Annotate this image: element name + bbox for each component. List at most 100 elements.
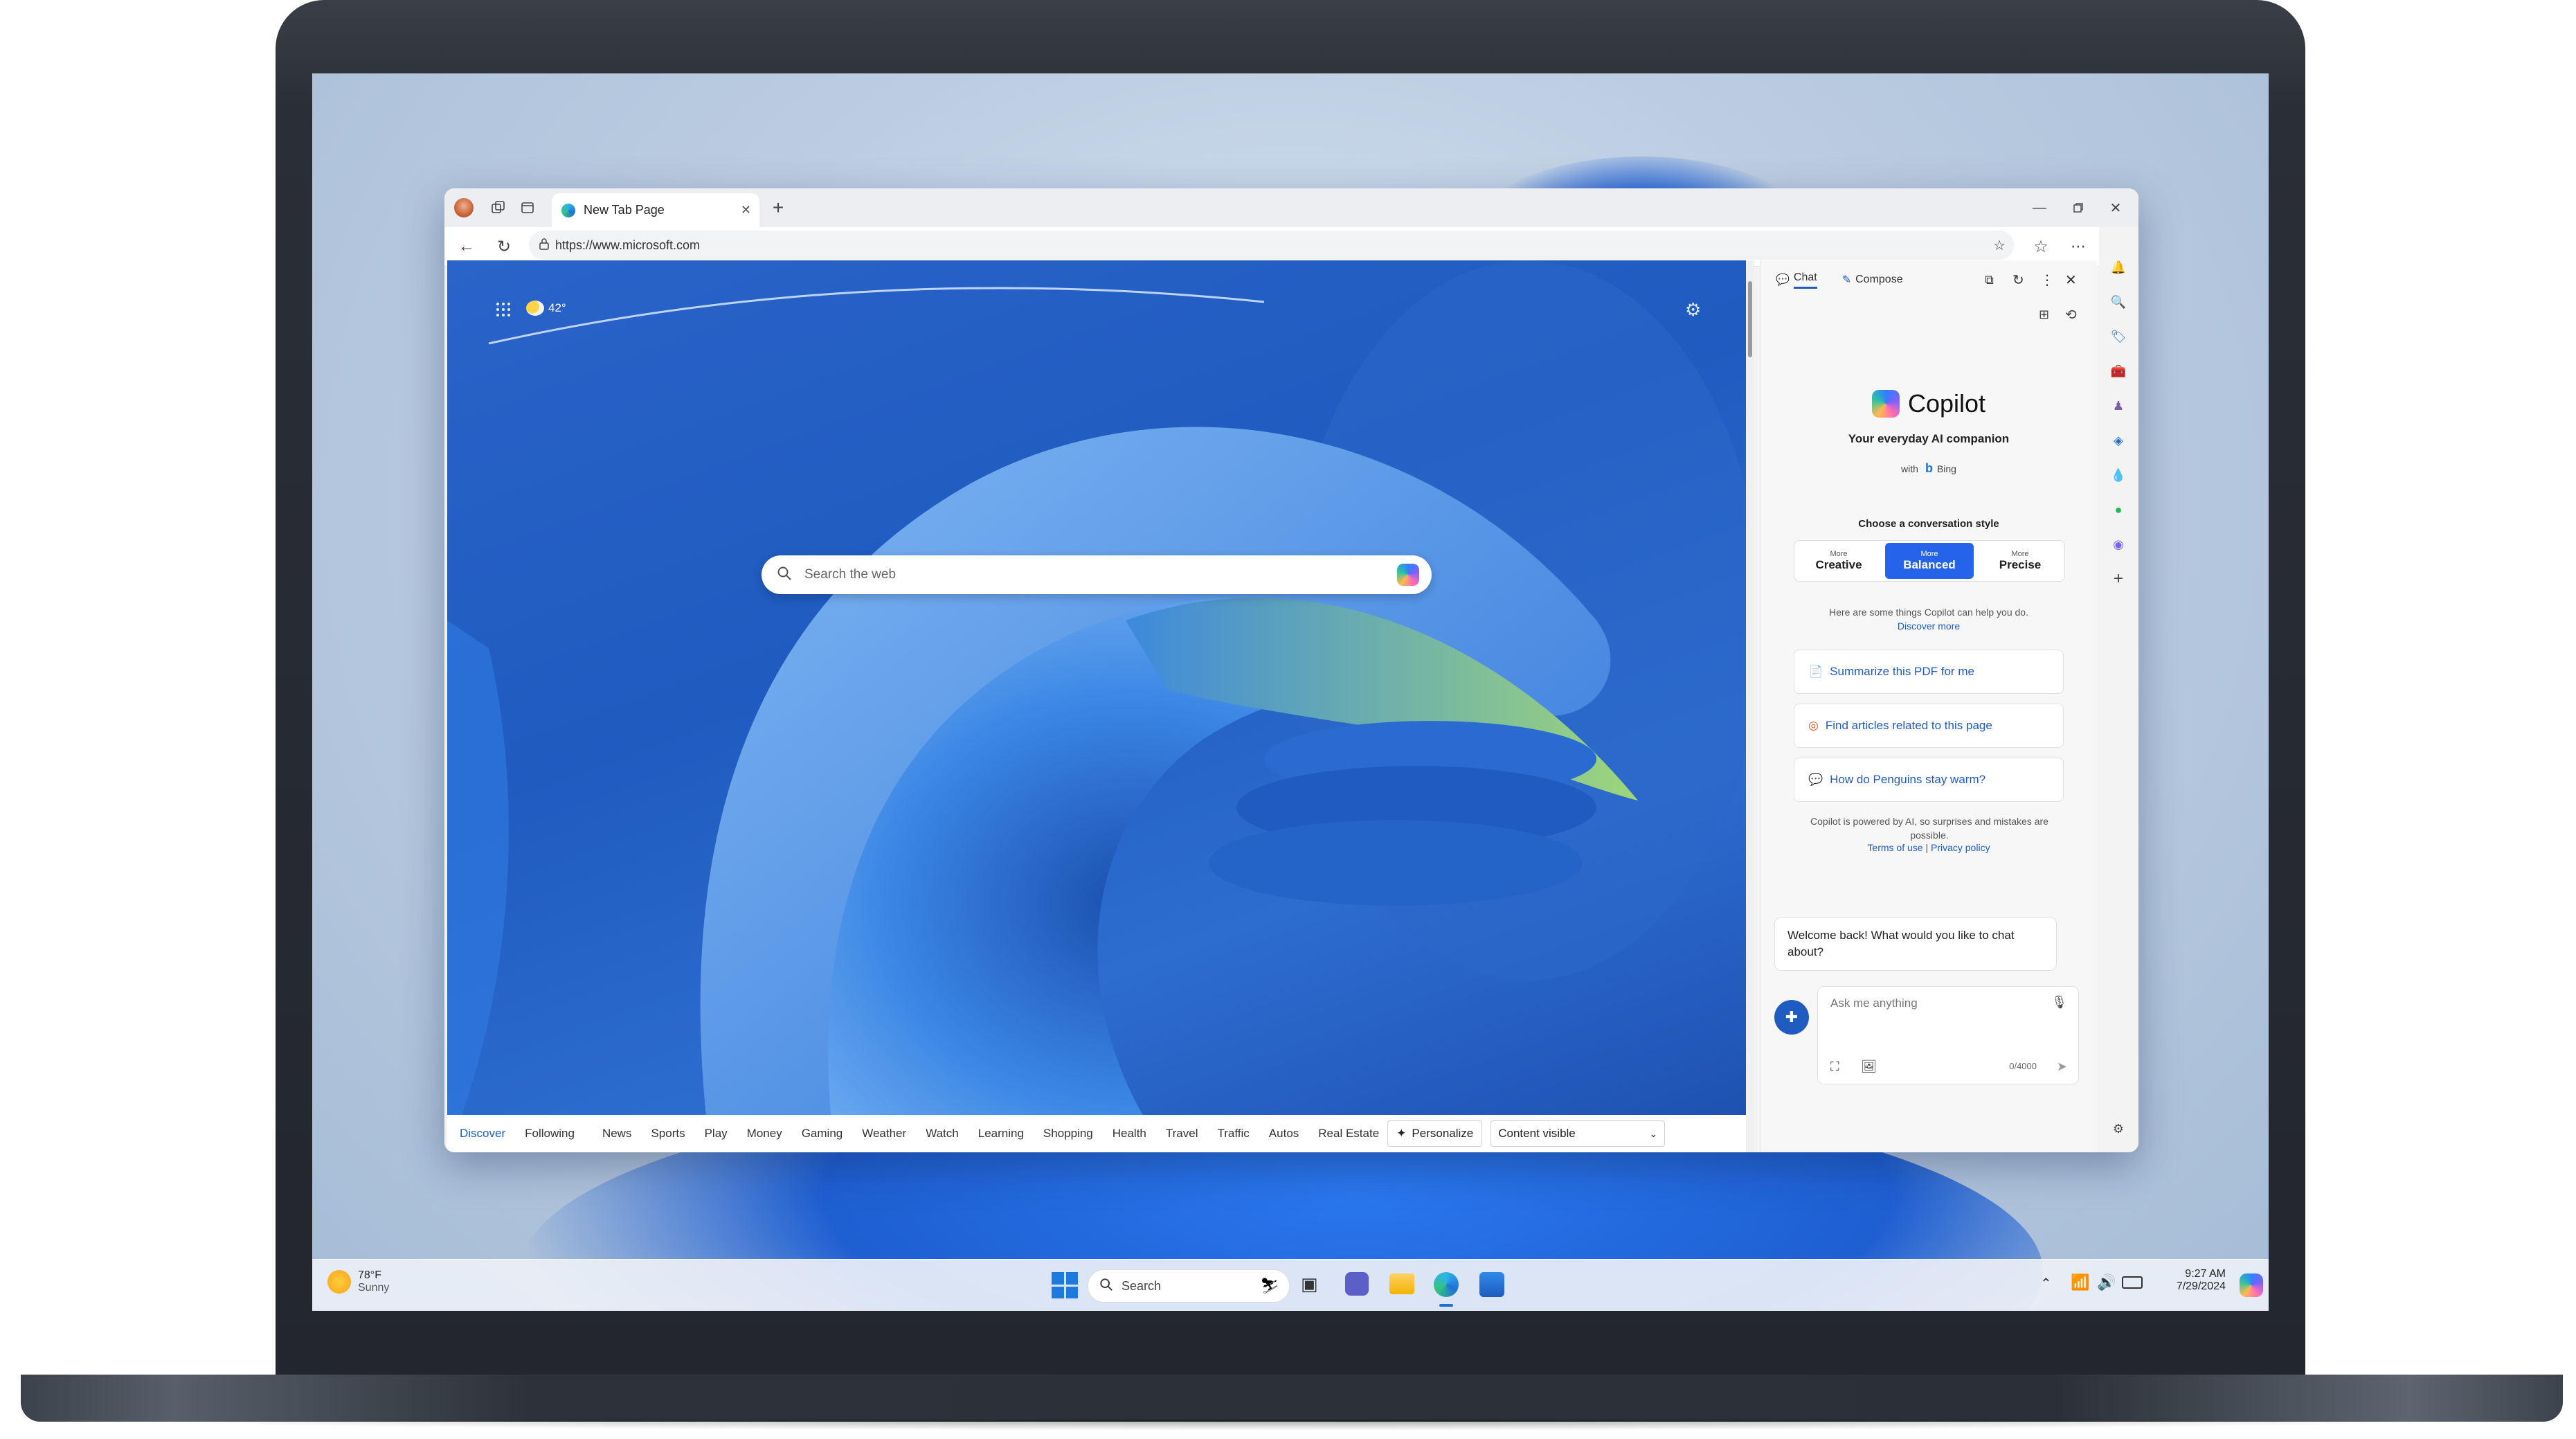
category-money[interactable]: Money: [747, 1127, 782, 1141]
games-icon[interactable]: ♟: [2110, 397, 2127, 414]
category-health[interactable]: Health: [1113, 1127, 1146, 1141]
send-icon[interactable]: ➤: [2057, 1060, 2067, 1074]
terms-link[interactable]: Terms of use: [1867, 842, 1922, 853]
page-settings-icon[interactable]: ⚙: [1685, 299, 1701, 321]
category-play[interactable]: Play: [705, 1127, 728, 1141]
tab-new-tab-page[interactable]: New Tab Page ✕: [552, 193, 759, 227]
tools-icon[interactable]: 🧰: [2110, 363, 2127, 379]
add-image-icon[interactable]: 🖼: [1861, 1060, 1877, 1074]
microsoft-365-icon[interactable]: ◈: [2110, 432, 2127, 449]
char-count: 0/4000: [2009, 1061, 2037, 1071]
more-icon[interactable]: ⋮: [2040, 271, 2054, 289]
category-following[interactable]: Following: [525, 1127, 575, 1141]
chat-input-box[interactable]: Ask me anything 🎙 ⛶ 🖼 0/4000 ➤: [1817, 986, 2079, 1084]
plugins-icon[interactable]: ⊞: [2039, 307, 2049, 322]
back-button[interactable]: ←: [456, 235, 478, 258]
messenger-icon[interactable]: ◉: [2110, 536, 2127, 553]
apps-launcher-icon[interactable]: [493, 299, 514, 320]
profile-avatar[interactable]: [454, 198, 474, 217]
tab-compose[interactable]: Compose: [1855, 274, 1902, 286]
category-autos[interactable]: Autos: [1269, 1127, 1299, 1141]
wifi-icon[interactable]: 📶: [2071, 1273, 2089, 1291]
screenshot-icon[interactable]: ⛶: [1830, 1060, 1839, 1074]
page-scrollbar[interactable]: [1746, 260, 1754, 1152]
workspaces-icon[interactable]: [489, 198, 508, 217]
chat-bubbles-icon: 💬: [1808, 773, 1823, 786]
category-travel[interactable]: Travel: [1166, 1127, 1198, 1141]
open-in-new-icon[interactable]: ⧉: [1985, 273, 1994, 287]
history-icon[interactable]: ⟲: [2065, 306, 2077, 323]
category-learning[interactable]: Learning: [978, 1127, 1024, 1141]
suggestion-card[interactable]: 📄 Summarize this PDF for me: [1794, 650, 2064, 694]
discover-more-link[interactable]: Discover more: [1760, 620, 2097, 632]
personalize-button[interactable]: ✦ Personalize: [1387, 1120, 1483, 1147]
tab-actions-icon[interactable]: [518, 198, 537, 217]
favorites-icon[interactable]: ☆: [2030, 235, 2052, 258]
suggestion-card[interactable]: 💬 How do Penguins stay warm?: [1794, 758, 2064, 802]
task-view-icon[interactable]: ▣: [1301, 1273, 1318, 1295]
category-traffic[interactable]: Traffic: [1218, 1127, 1250, 1141]
edge-taskbar-icon[interactable]: [1434, 1272, 1459, 1297]
chevron-down-icon: ⌄: [1649, 1127, 1658, 1139]
windows-taskbar: 78°F Sunny Search ⛷ ▣ ⌃ 📶 🔊 9:27 AM 7/29…: [312, 1259, 2269, 1311]
taskbar-search[interactable]: Search ⛷: [1088, 1269, 1290, 1303]
category-gaming[interactable]: Gaming: [802, 1127, 843, 1141]
privacy-link[interactable]: Privacy policy: [1931, 842, 1990, 853]
show-hidden-icons[interactable]: ⌃: [2040, 1275, 2052, 1292]
legal-separator: |: [1925, 842, 1929, 853]
spotify-icon[interactable]: ●: [2110, 501, 2127, 518]
copilot-taskbar-icon[interactable]: [2240, 1273, 2263, 1297]
tab-close-icon[interactable]: ✕: [741, 203, 751, 217]
new-tab-button[interactable]: +: [768, 197, 788, 218]
style-precise-button[interactable]: More Precise: [1976, 541, 2064, 581]
restore-button[interactable]: [2069, 198, 2088, 217]
web-search-box[interactable]: Search the web: [762, 555, 1432, 594]
shopping-icon[interactable]: 🏷: [2110, 328, 2127, 345]
refresh-chat-icon[interactable]: ↻: [2012, 271, 2024, 289]
volume-icon[interactable]: 🔊: [2097, 1273, 2116, 1291]
category-shopping[interactable]: Shopping: [1043, 1127, 1093, 1141]
category-watch[interactable]: Watch: [926, 1127, 959, 1141]
taskbar-weather[interactable]: 78°F Sunny: [327, 1269, 389, 1294]
clock-time: 9:27 AM: [2185, 1268, 2226, 1280]
file-explorer-icon[interactable]: [1389, 1273, 1414, 1294]
tab-chat[interactable]: Chat: [1793, 271, 1817, 289]
add-sidebar-app-icon[interactable]: +: [2110, 569, 2127, 588]
battery-icon[interactable]: [2122, 1276, 2143, 1289]
more-options-icon[interactable]: ⋯: [2067, 235, 2089, 258]
new-tab-content: 42° ⚙ Search the web Discover Following …: [447, 260, 1746, 1152]
close-pane-icon[interactable]: ✕: [2065, 271, 2077, 289]
clock[interactable]: 9:27 AM 7/29/2024: [2143, 1268, 2226, 1293]
add-favorite-icon[interactable]: ☆: [1993, 237, 2006, 254]
scrollbar-thumb[interactable]: [1748, 281, 1752, 357]
close-window-button[interactable]: ✕: [2106, 198, 2125, 217]
notifications-icon[interactable]: 🔔: [2110, 259, 2127, 276]
search-sidebar-icon[interactable]: 🔍: [2110, 294, 2127, 310]
store-icon[interactable]: [1479, 1272, 1504, 1297]
refresh-button[interactable]: ↻: [493, 235, 515, 258]
category-weather[interactable]: Weather: [862, 1127, 906, 1141]
sidebar-settings-icon[interactable]: ⚙: [2110, 1120, 2127, 1137]
style-balanced-button[interactable]: More Balanced: [1885, 543, 1974, 579]
copilot-search-icon[interactable]: [1397, 564, 1419, 586]
category-news[interactable]: News: [602, 1127, 632, 1141]
address-bar[interactable]: https://www.microsoft.com ☆: [529, 231, 2014, 260]
minimize-button[interactable]: —: [2030, 198, 2049, 217]
weather-widget[interactable]: 42°: [526, 301, 566, 316]
style-creative-button[interactable]: More Creative: [1794, 541, 1883, 581]
microphone-icon[interactable]: 🎙: [2051, 995, 2067, 1010]
category-sports[interactable]: Sports: [651, 1127, 685, 1141]
drop-icon[interactable]: 💧: [2110, 467, 2127, 483]
new-topic-button[interactable]: ✚: [1774, 1000, 1809, 1035]
edge-sidebar: 🔔 🔍 🏷 🧰 ♟ ◈ 💧 ● ◉ + ⚙: [2099, 227, 2138, 1152]
teams-icon[interactable]: [1345, 1272, 1369, 1296]
style-precise-small: More: [2011, 550, 2029, 558]
content-visibility-dropdown[interactable]: Content visible ⌄: [1490, 1120, 1666, 1147]
title-bar: New Tab Page ✕ + — ✕: [444, 188, 2138, 227]
chat-input-placeholder: Ask me anything: [1830, 996, 1918, 1010]
category-discover[interactable]: Discover: [460, 1127, 505, 1141]
category-real-estate[interactable]: Real Estate: [1318, 1127, 1379, 1141]
suggestion-text: How do Penguins stay warm?: [1830, 773, 1986, 786]
start-button[interactable]: [1052, 1272, 1078, 1298]
suggestion-card[interactable]: ◎ Find articles related to this page: [1794, 704, 2064, 748]
